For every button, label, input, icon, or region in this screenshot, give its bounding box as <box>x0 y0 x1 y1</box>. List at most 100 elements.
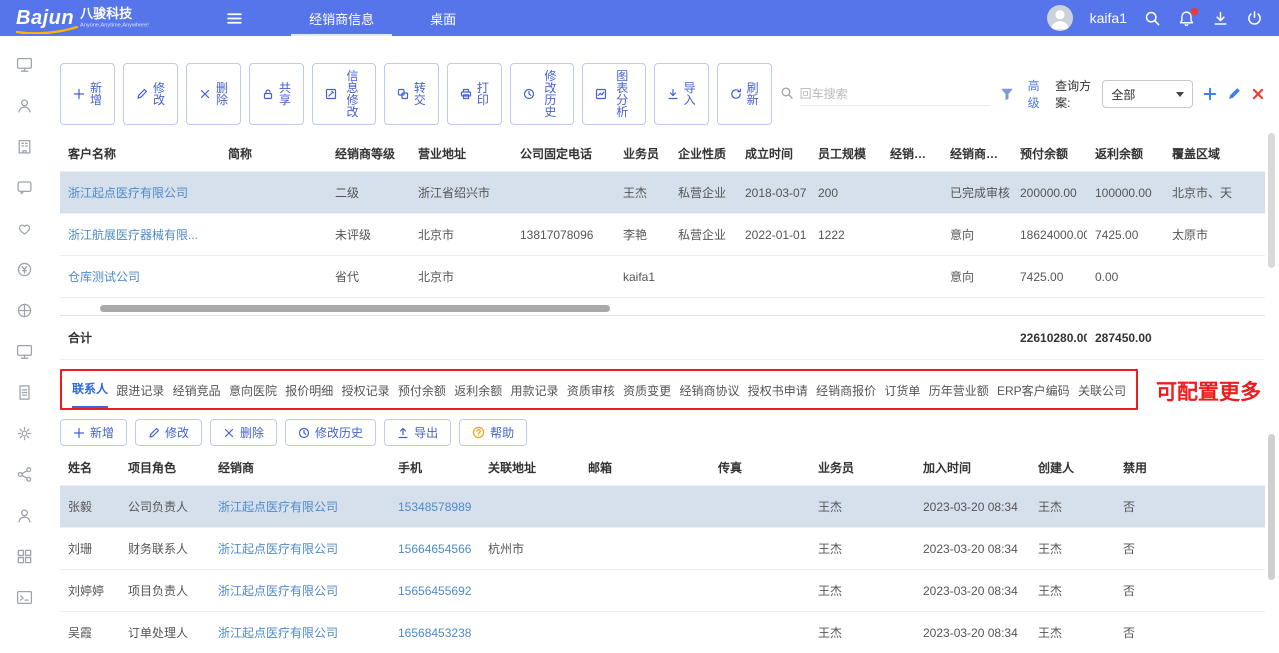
column-header[interactable]: 项目角色 <box>120 449 210 486</box>
column-header[interactable]: 传真 <box>710 449 810 486</box>
column-header[interactable]: 经销商 <box>210 449 390 486</box>
cell-link[interactable]: 16568453238 <box>398 626 471 640</box>
column-header[interactable]: 简称 <box>220 135 327 172</box>
column-header[interactable]: 关联地址 <box>480 449 580 486</box>
username[interactable]: kaifa1 <box>1090 10 1127 26</box>
dealer-row[interactable]: 浙江起点医疗有限公司二级浙江省绍兴市王杰私营企业2018-03-07200已完成… <box>60 172 1265 214</box>
contact-delete-button[interactable]: 删除 <box>210 419 277 446</box>
transfer-button[interactable]: 转交 <box>384 63 439 125</box>
sidebar-item-user[interactable] <box>16 507 33 527</box>
column-header[interactable]: 员工规模 <box>810 135 882 172</box>
detail-tab[interactable]: 经销商协议 <box>679 382 739 408</box>
column-header[interactable]: 业务员 <box>810 449 915 486</box>
detail-tab[interactable]: 授权书申请 <box>748 382 808 408</box>
detail-tab[interactable]: 经销竞品 <box>173 382 221 408</box>
modify-history-button[interactable]: 修改历史 <box>510 63 574 125</box>
query-plan-select[interactable]: 全部 <box>1102 80 1193 108</box>
column-header[interactable]: 经销商等级 <box>327 135 410 172</box>
sidebar-item-chat[interactable] <box>16 179 33 199</box>
column-header[interactable]: 营业地址 <box>410 135 512 172</box>
sidebar-item-building[interactable] <box>16 138 33 158</box>
import-button[interactable]: 导入 <box>654 63 709 125</box>
column-header[interactable]: 姓名 <box>60 449 120 486</box>
cell-link[interactable]: 15348578989 <box>398 500 471 514</box>
hamburger-menu-icon[interactable] <box>226 10 243 27</box>
column-header[interactable]: 加入时间 <box>915 449 1030 486</box>
delete-query-plan-icon[interactable] <box>1251 87 1265 101</box>
delete-button[interactable]: 删除 <box>186 63 241 125</box>
cell-link[interactable]: 15664654566 <box>398 542 471 556</box>
cell-link[interactable]: 15656455692 <box>398 584 471 598</box>
column-header[interactable]: 经销商状态 <box>942 135 1012 172</box>
detail-tab[interactable]: ERP客户编码 <box>997 382 1070 408</box>
column-header[interactable]: 邮箱 <box>580 449 710 486</box>
detail-tab[interactable]: 意向医院 <box>229 382 277 408</box>
navbar-tab[interactable]: 经销商信息 <box>281 0 402 36</box>
contact-modify-history-button[interactable]: 修改历史 <box>285 419 376 446</box>
sidebar-item-grid[interactable] <box>16 548 33 568</box>
cell-link[interactable]: 浙江航展医疗器械有限... <box>68 228 198 242</box>
column-header[interactable]: 企业性质 <box>670 135 737 172</box>
contact-row[interactable]: 刘珊财务联系人浙江起点医疗有限公司15664654566杭州市王杰2023-03… <box>60 528 1265 570</box>
cell-link[interactable]: 仓库测试公司 <box>68 270 140 284</box>
detail-tab[interactable]: 资质审核 <box>567 382 615 408</box>
detail-tab[interactable]: 返利余额 <box>454 382 502 408</box>
add-button[interactable]: 新增 <box>60 63 115 125</box>
sidebar-item-monitor[interactable] <box>16 56 33 76</box>
help-button[interactable]: 帮助 <box>459 419 527 446</box>
cell-link[interactable]: 浙江起点医疗有限公司 <box>218 542 338 556</box>
column-header[interactable]: 手机 <box>390 449 480 486</box>
contact-row[interactable]: 吴霞订单处理人浙江起点医疗有限公司16568453238王杰2023-03-20… <box>60 612 1265 653</box>
sidebar-item-globe[interactable] <box>16 302 33 322</box>
dealer-row[interactable]: 浙江航展医疗器械有限...未评级北京市13817078096李艳私营企业2022… <box>60 214 1265 256</box>
detail-tab[interactable]: 订货单 <box>884 382 920 408</box>
contact-add-button[interactable]: 新增 <box>60 419 127 446</box>
sidebar-item-monitor[interactable] <box>16 343 33 363</box>
column-header[interactable]: 覆盖区域 <box>1164 135 1265 172</box>
cell-link[interactable]: 浙江起点医疗有限公司 <box>218 500 338 514</box>
dealer-vertical-scrollbar-thumb[interactable] <box>1268 133 1275 268</box>
sidebar-item-doc[interactable] <box>16 384 33 404</box>
column-header[interactable]: 公司固定电话 <box>512 135 615 172</box>
cell-link[interactable]: 浙江起点医疗有限公司 <box>218 584 338 598</box>
cell-link[interactable]: 浙江起点医疗有限公司 <box>68 186 188 200</box>
print-button[interactable]: 打印 <box>447 63 502 125</box>
cell-link[interactable]: 浙江起点医疗有限公司 <box>218 626 338 640</box>
chart-analysis-button[interactable]: 图表分析 <box>582 63 646 125</box>
sidebar-item-coin[interactable] <box>16 261 33 281</box>
edit-query-plan-icon[interactable] <box>1227 87 1241 101</box>
download-icon[interactable] <box>1212 10 1229 27</box>
dealer-row[interactable]: 仓库测试公司省代北京市kaifa1意向7425.000.00 <box>60 256 1265 298</box>
column-header[interactable]: 预付余额 <box>1012 135 1087 172</box>
sidebar-item-heart[interactable] <box>16 220 33 240</box>
detail-tab[interactable]: 经销商报价 <box>816 382 876 408</box>
detail-tab[interactable]: 关联公司 <box>1078 382 1126 408</box>
sidebar-item-user[interactable] <box>16 97 33 117</box>
detail-tab[interactable]: 跟进记录 <box>116 382 164 408</box>
add-query-plan-icon[interactable] <box>1203 87 1217 101</box>
detail-tab[interactable]: 报价明细 <box>285 382 333 408</box>
contact-row[interactable]: 刘婷婷项目负责人浙江起点医疗有限公司15656455692王杰2023-03-2… <box>60 570 1265 612</box>
detail-tab[interactable]: 资质变更 <box>623 382 671 408</box>
refresh-button[interactable]: 刷新 <box>717 63 772 125</box>
sidebar-item-gear[interactable] <box>16 425 33 445</box>
power-icon[interactable] <box>1246 10 1263 27</box>
bell-icon[interactable] <box>1178 10 1195 27</box>
contact-modify-button[interactable]: 修改 <box>135 419 202 446</box>
detail-tab[interactable]: 预付余额 <box>398 382 446 408</box>
horizontal-scrollbar-thumb[interactable] <box>100 305 610 312</box>
column-header[interactable]: 业务员 <box>615 135 670 172</box>
detail-tab[interactable]: 授权记录 <box>342 382 390 408</box>
filter-funnel-icon[interactable] <box>1000 87 1014 101</box>
column-header[interactable]: 创建人 <box>1030 449 1115 486</box>
share-button[interactable]: 共享 <box>249 63 304 125</box>
info-modify-button[interactable]: 信息修改 <box>312 63 376 125</box>
export-button[interactable]: 导出 <box>384 419 451 446</box>
detail-tab[interactable]: 用款记录 <box>511 382 559 408</box>
column-header[interactable]: 返利余额 <box>1087 135 1164 172</box>
search-input[interactable] <box>800 83 990 106</box>
contact-row[interactable]: 张毅公司负责人浙江起点医疗有限公司15348578989王杰2023-03-20… <box>60 486 1265 528</box>
modify-button[interactable]: 修改 <box>123 63 178 125</box>
search-icon[interactable] <box>1144 10 1161 27</box>
column-header[interactable]: 客户名称 <box>60 135 220 172</box>
